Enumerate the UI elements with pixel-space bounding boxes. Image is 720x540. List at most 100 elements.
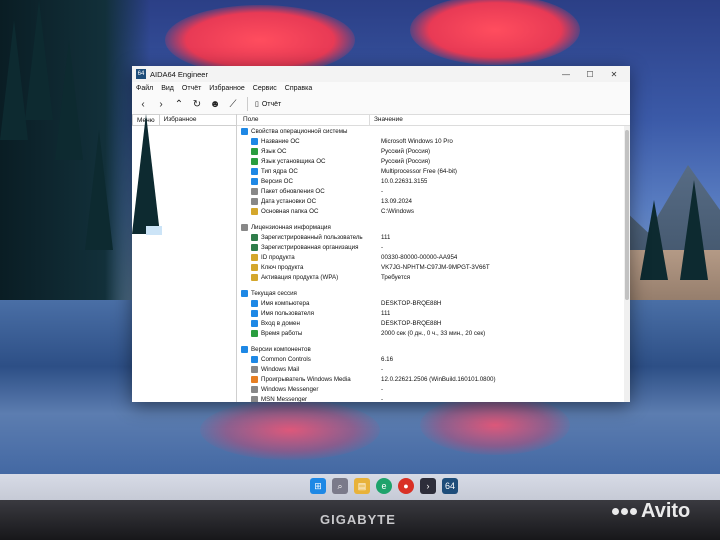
tree-item[interactable]: ›Безопасность <box>146 374 155 383</box>
tree-item[interactable]: Системные драйве <box>146 244 162 253</box>
tab-favorites[interactable]: Избранное <box>160 114 201 125</box>
property-row[interactable]: Имя компьютера DESKTOP-BRQE88H <box>237 298 630 308</box>
field-cell: Лицензионная информация <box>237 223 367 231</box>
value-cell: Русский (Россия) <box>381 147 431 155</box>
cloud-reflection <box>200 400 380 460</box>
property-row[interactable]: MSN Messenger - <box>237 394 630 402</box>
forward-icon[interactable]: › <box>154 97 168 111</box>
menu-view[interactable]: Вид <box>161 85 174 92</box>
column-header: Поле Значение <box>237 114 630 126</box>
property-row[interactable]: ID продукта 00330-80000-00000-AA954 <box>237 252 630 262</box>
tree-item[interactable]: ACPI <box>146 207 162 216</box>
value-cell: 111 <box>381 309 391 317</box>
tree-item[interactable]: ›Компьютер <box>146 123 155 132</box>
taskbar-icons: ⊞ ⌕ ▤ e ● › 64 <box>310 478 458 494</box>
files-icon[interactable]: ▤ <box>354 478 370 494</box>
tree-item[interactable]: CPUID <box>146 151 162 160</box>
user-icon[interactable]: ☻ <box>208 97 222 111</box>
tree-item[interactable]: ›Конфигурация <box>146 384 155 393</box>
property-row[interactable]: Зарегистрированный пользователь 111 <box>237 232 630 242</box>
minimize-button[interactable]: — <box>554 70 578 79</box>
edge-icon[interactable]: e <box>376 478 392 494</box>
property-row[interactable]: Common Controls 6.16 <box>237 354 630 364</box>
up-icon[interactable]: ⌃ <box>172 97 186 111</box>
tree-item[interactable]: Сертификаты <box>146 281 162 290</box>
terminal-icon[interactable]: › <box>420 478 436 494</box>
menu-help[interactable]: Справка <box>285 85 312 92</box>
menu-report[interactable]: Отчёт <box>182 85 201 92</box>
property-row[interactable]: Зарегистрированная организация - <box>237 242 630 252</box>
tree-item[interactable]: ›Мультимедиа <box>146 319 155 328</box>
tree-item[interactable]: ›Сервер <box>146 300 155 309</box>
tree-item[interactable]: AIDA64 v6.00.5100 <box>146 114 148 123</box>
chart-icon[interactable]: ⟋ <box>226 97 240 111</box>
maximize-button[interactable]: ☐ <box>578 70 602 79</box>
section-header[interactable]: Свойства операционной системы <box>237 126 630 136</box>
property-row[interactable]: Основная папка ОС C:\Windows <box>237 206 630 216</box>
section-header[interactable]: Версии компонентов <box>237 344 630 354</box>
property-row[interactable]: Язык ОС Русский (Россия) <box>237 146 630 156</box>
tree-item[interactable]: ›Хранение данных <box>146 328 155 337</box>
property-row[interactable]: Вход в домен DESKTOP-BRQE88H <box>237 318 630 328</box>
details-pane: Поле Значение Свойства операционной сист… <box>237 114 630 402</box>
tree-item[interactable]: ›Отображение <box>146 309 155 318</box>
report-button[interactable]: ▯ Отчёт <box>255 100 281 109</box>
tree-item[interactable]: SPD <box>146 179 162 188</box>
toolbar-separator <box>247 97 248 111</box>
chrome-icon[interactable]: ● <box>398 478 414 494</box>
back-icon[interactable]: ‹ <box>136 97 150 111</box>
aida64-window: 64 AIDA64 Engineer — ☐ ✕ Файл Вид Отчёт … <box>132 66 630 402</box>
aida64-icon[interactable]: 64 <box>442 478 458 494</box>
tree-item[interactable]: ⌄Операционная систем <box>146 216 155 225</box>
property-row[interactable]: Ключ продукта VK7JG-NPHTM-C97JM-9MPGT-3V6… <box>237 262 630 272</box>
menu-bar: Файл Вид Отчёт Избранное Сервис Справка <box>132 82 630 94</box>
menu-file[interactable]: Файл <box>136 85 153 92</box>
tree-item[interactable]: Чипсет <box>146 188 162 197</box>
tree-item[interactable]: ›Устройства <box>146 356 155 365</box>
field-cell: Пакет обновления ОС <box>237 187 377 195</box>
property-row[interactable]: Проигрыватель Windows Media 12.0.22621.25… <box>237 374 630 384</box>
tree-item[interactable]: Операционная сис <box>146 225 162 235</box>
tree-item[interactable]: Системная плата <box>146 160 162 169</box>
field-label: Имя компьютера <box>261 299 310 307</box>
tree-item[interactable]: Время работы <box>146 291 162 300</box>
tree-item[interactable]: ›DirectX <box>146 346 155 355</box>
tree-item[interactable]: BIOS <box>146 198 162 207</box>
windows-icon[interactable]: ⊞ <box>310 478 326 494</box>
menu-favorites[interactable]: Избранное <box>209 85 244 92</box>
field-label: Windows Mail <box>261 365 300 373</box>
tree-item[interactable]: Службы <box>146 253 162 262</box>
property-row[interactable]: Активация продукта (WPA) Требуется <box>237 272 630 282</box>
tree-item[interactable]: Файлы DLL <box>146 272 162 281</box>
column-field[interactable]: Поле <box>237 114 370 125</box>
tree-item[interactable]: ⌄Системная плата <box>146 133 155 142</box>
search-icon[interactable]: ⌕ <box>332 478 348 494</box>
tree-item[interactable]: Память <box>146 170 162 179</box>
tree-item[interactable]: ›Сеть <box>146 337 155 346</box>
refresh-icon[interactable]: ↻ <box>190 97 204 111</box>
vertical-scrollbar[interactable] <box>624 126 630 402</box>
property-row[interactable]: Версия ОС 10.0.22631.3155 <box>237 176 630 186</box>
property-row[interactable]: Язык установщика ОС Русский (Россия) <box>237 156 630 166</box>
column-value[interactable]: Значение <box>370 114 403 125</box>
property-row[interactable]: Дата установки ОС 13.09.2024 <box>237 196 630 206</box>
property-row[interactable]: Время работы 2000 сек (0 дн., 0 ч., 33 ми… <box>237 328 630 338</box>
menu-service[interactable]: Сервис <box>253 85 277 92</box>
scrollbar-thumb[interactable] <box>625 130 629 300</box>
property-row[interactable]: Windows Messenger - <box>237 384 630 394</box>
property-row[interactable]: Имя пользователя 111 <box>237 308 630 318</box>
tree-item[interactable]: ›Программы <box>146 365 155 374</box>
property-icon <box>251 157 258 165</box>
tree-item[interactable]: Процессы <box>146 235 162 244</box>
property-row[interactable]: Тип ядра ОС Multiprocessor Free (64-bit) <box>237 166 630 176</box>
tree-item[interactable]: Файлы AX <box>146 263 162 272</box>
field-cell: Активация продукта (WPA) <box>237 273 377 281</box>
property-row[interactable]: Название ОС Microsoft Windows 10 Pro <box>237 136 630 146</box>
field-label: Лицензионная информация <box>251 223 331 231</box>
property-row[interactable]: Пакет обновления ОС - <box>237 186 630 196</box>
section-header[interactable]: Лицензионная информация <box>237 222 630 232</box>
tree-item[interactable]: ЦП <box>146 142 162 151</box>
section-header[interactable]: Текущая сессия <box>237 288 630 298</box>
property-row[interactable]: Windows Mail - <box>237 364 630 374</box>
close-button[interactable]: ✕ <box>602 70 626 79</box>
